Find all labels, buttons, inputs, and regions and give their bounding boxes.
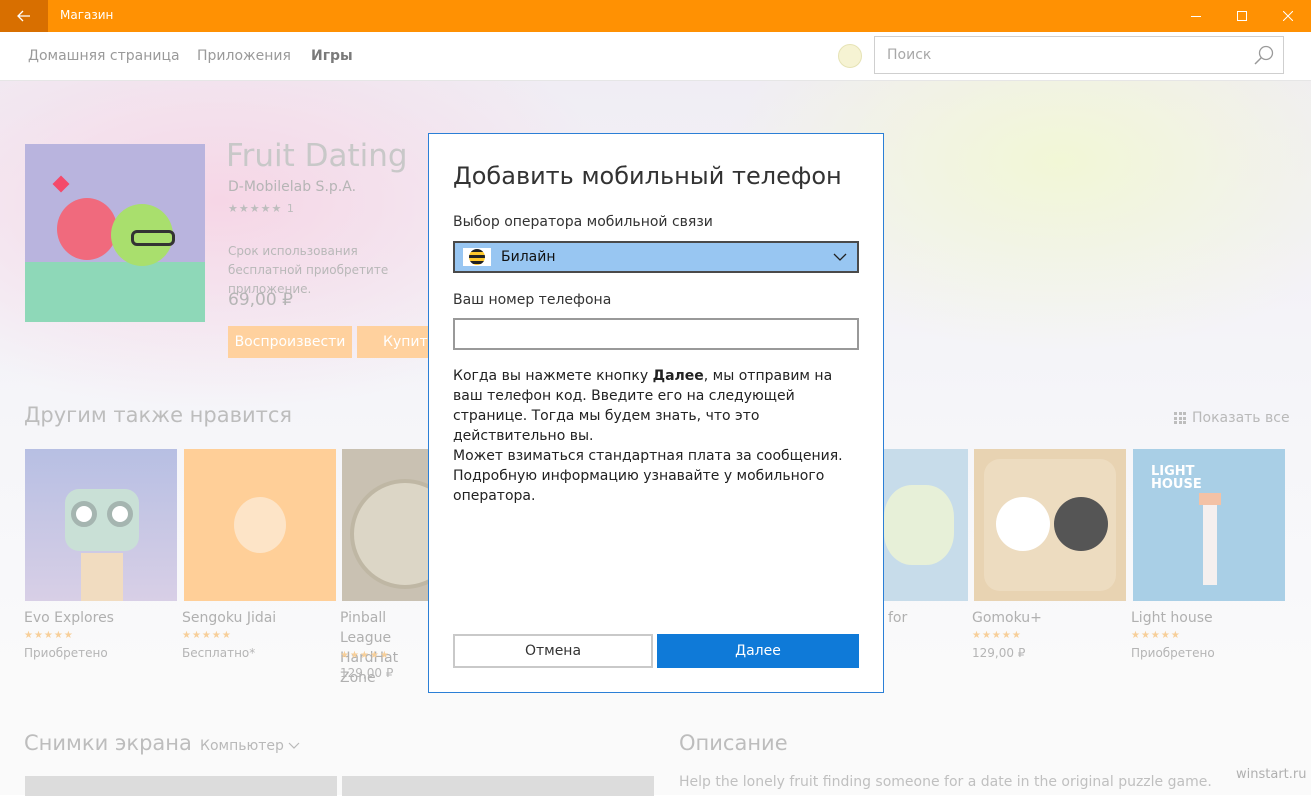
tile-name: for [888, 610, 908, 626]
info-paragraph: Когда вы нажмете кнопку Далее, мы отправ… [453, 368, 833, 444]
operator-label: Выбор оператора мобильной связи [453, 214, 713, 230]
app-tile-pinball-league[interactable] [342, 449, 428, 601]
tile-name: Evo Explores [24, 610, 114, 626]
chevron-down-icon [288, 742, 300, 749]
screenshot-thumb[interactable] [342, 776, 654, 796]
tile-name: Light house [1131, 610, 1213, 626]
nav-bar: Домашняя страница Приложения Игры [0, 32, 1311, 81]
title-bar: Магазин [0, 0, 1311, 32]
buy-button[interactable]: Купить [357, 326, 436, 358]
tile-status: 129,00 ₽ [340, 666, 394, 680]
tile-status: 129,00 ₽ [972, 646, 1026, 660]
back-button[interactable] [0, 0, 48, 32]
tile-stars: ★★★★★ [972, 630, 1022, 641]
phone-number-input[interactable] [453, 318, 859, 350]
watermark: winstart.ru [1236, 767, 1307, 782]
beeline-icon [463, 248, 491, 266]
description-title: Описание [679, 731, 788, 755]
app-tile-for[interactable] [884, 449, 968, 601]
show-all-link[interactable]: Показать все [1174, 410, 1290, 426]
phone-label: Ваш номер телефона [453, 292, 612, 308]
operator-select[interactable]: Билайн [453, 241, 859, 273]
tile-stars: ★★★★★ [182, 630, 232, 641]
app-tile-gomoku[interactable] [974, 449, 1126, 601]
grid-icon [1174, 412, 1186, 424]
next-button[interactable]: Далее [657, 634, 859, 668]
minimize-button[interactable] [1173, 0, 1219, 32]
fees-paragraph: Может взиматься стандартная плата за соо… [453, 448, 843, 504]
nav-games[interactable]: Игры [311, 48, 353, 64]
app-tile-sengoku-jidai[interactable] [184, 449, 336, 601]
search-icon[interactable] [1253, 44, 1275, 66]
screenshots-filter[interactable]: Компьютер [200, 738, 300, 754]
tile-status: Приобретено [1131, 646, 1215, 660]
minimize-icon [1191, 16, 1201, 17]
operator-value: Билайн [501, 249, 556, 265]
close-button[interactable] [1265, 0, 1311, 32]
window-title: Магазин [60, 8, 114, 22]
back-arrow-icon [17, 10, 30, 22]
nav-apps[interactable]: Приложения [197, 48, 291, 64]
chevron-down-icon [833, 253, 847, 261]
tile-status: Приобретено [24, 646, 108, 660]
app-name: Fruit Dating [226, 138, 408, 174]
description-text: Help the lonely fruit finding someone fo… [679, 774, 1212, 790]
maximize-icon [1237, 11, 1247, 21]
nav-home[interactable]: Домашняя страница [28, 48, 180, 64]
also-like-title: Другим также нравится [24, 403, 293, 427]
light-house-logo: LIGHT HOUSE [1151, 464, 1202, 492]
dialog-title: Добавить мобильный телефон [453, 162, 842, 190]
cancel-button[interactable]: Отмена [453, 634, 653, 668]
user-avatar[interactable] [838, 44, 862, 68]
tile-stars: ★★★★★ [24, 630, 74, 641]
play-button[interactable]: Воспроизвести [228, 326, 352, 358]
app-rating: ★★★★★ 1 [228, 202, 295, 215]
tile-status: Бесплатно* [182, 646, 256, 660]
app-price: 69,00 ₽ [228, 290, 293, 310]
tile-stars: ★★★★★ [340, 650, 390, 661]
tile-name: Sengoku Jidai [182, 610, 277, 626]
app-hero-image [25, 144, 205, 322]
app-publisher[interactable]: D-Mobilelab S.p.A. [228, 179, 356, 195]
screenshots-title: Снимки экрана [24, 731, 192, 755]
search-input[interactable] [885, 46, 1249, 64]
app-tile-evo-explores[interactable] [25, 449, 177, 601]
add-mobile-phone-dialog: Добавить мобильный телефон Выбор операто… [428, 133, 884, 693]
close-icon [1283, 11, 1293, 21]
tile-name: Gomoku+ [972, 610, 1042, 626]
maximize-button[interactable] [1219, 0, 1265, 32]
screenshot-thumb[interactable] [25, 776, 337, 796]
search-box [874, 36, 1284, 74]
app-tile-light-house[interactable]: LIGHT HOUSE [1133, 449, 1285, 601]
tile-stars: ★★★★★ [1131, 630, 1181, 641]
